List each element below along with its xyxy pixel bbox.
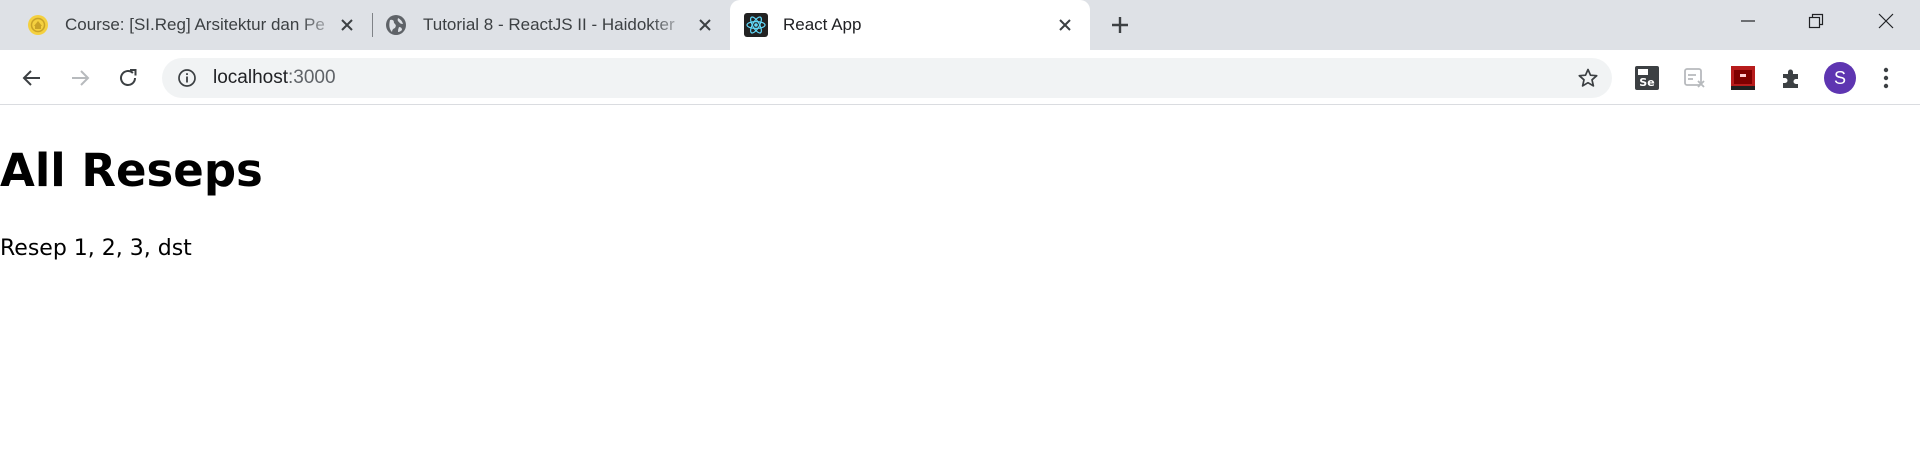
svg-text:Se: Se (1639, 76, 1654, 89)
url-host: localhost (213, 67, 288, 88)
react-icon (744, 13, 768, 37)
browser-menu-button[interactable] (1876, 63, 1896, 93)
restore-button[interactable] (1782, 0, 1850, 42)
tab-strip: Course: [SI.Reg] Arsitektur dan Pe Tutor… (0, 0, 1920, 50)
selenium-ide-icon[interactable]: Se (1634, 65, 1660, 91)
page-paragraph: Resep 1, 2, 3, dst (0, 236, 192, 261)
plus-icon (1112, 17, 1128, 33)
moodle-university-icon (26, 13, 50, 37)
tab-title-fade (300, 0, 340, 50)
restore-icon (1808, 13, 1824, 29)
arrow-left-icon (22, 70, 40, 86)
close-icon (1878, 13, 1894, 29)
red-extension-icon[interactable] (1730, 65, 1756, 91)
back-button[interactable] (17, 63, 47, 93)
minimize-button[interactable] (1714, 0, 1782, 42)
url-port: :3000 (288, 67, 336, 88)
tab-course[interactable]: Course: [SI.Reg] Arsitektur dan Pe (10, 0, 362, 50)
page-viewport: All Reseps Resep 1, 2, 3, dst (0, 106, 1920, 451)
browser-toolbar: localhost:3000 Se S (0, 50, 1920, 105)
close-tab-icon[interactable] (693, 13, 717, 37)
address-bar[interactable]: localhost:3000 (162, 58, 1612, 98)
disabled-extension-icon[interactable] (1682, 65, 1708, 91)
minimize-icon (1741, 20, 1755, 22)
tab-title: React App (783, 15, 862, 34)
tab-react-app[interactable]: React App (730, 0, 1090, 50)
close-tab-icon[interactable] (335, 13, 359, 37)
tab-tutorial[interactable]: Tutorial 8 - ReactJS II - Haidokter (368, 0, 720, 50)
puzzle-extensions-icon[interactable] (1778, 65, 1804, 91)
close-tab-icon[interactable] (1053, 13, 1077, 37)
reload-button[interactable] (113, 63, 143, 93)
bookmark-star-icon[interactable] (1576, 66, 1600, 90)
tab-title-fade (650, 0, 690, 50)
site-info-icon[interactable] (176, 67, 198, 89)
globe-icon (384, 13, 408, 37)
new-tab-button[interactable] (1106, 11, 1134, 39)
tab-title: Tutorial 8 - ReactJS II - Haidokter (423, 15, 675, 34)
reload-icon (120, 69, 137, 86)
close-window-button[interactable] (1852, 0, 1920, 42)
arrow-right-icon (72, 70, 90, 86)
forward-button[interactable] (65, 63, 95, 93)
profile-avatar[interactable]: S (1824, 62, 1856, 94)
vertical-dots-icon (1883, 67, 1889, 89)
url-text: localhost:3000 (213, 58, 336, 98)
tab-title: Course: [SI.Reg] Arsitektur dan Pe (65, 15, 325, 34)
page-heading: All Reseps (0, 144, 263, 197)
